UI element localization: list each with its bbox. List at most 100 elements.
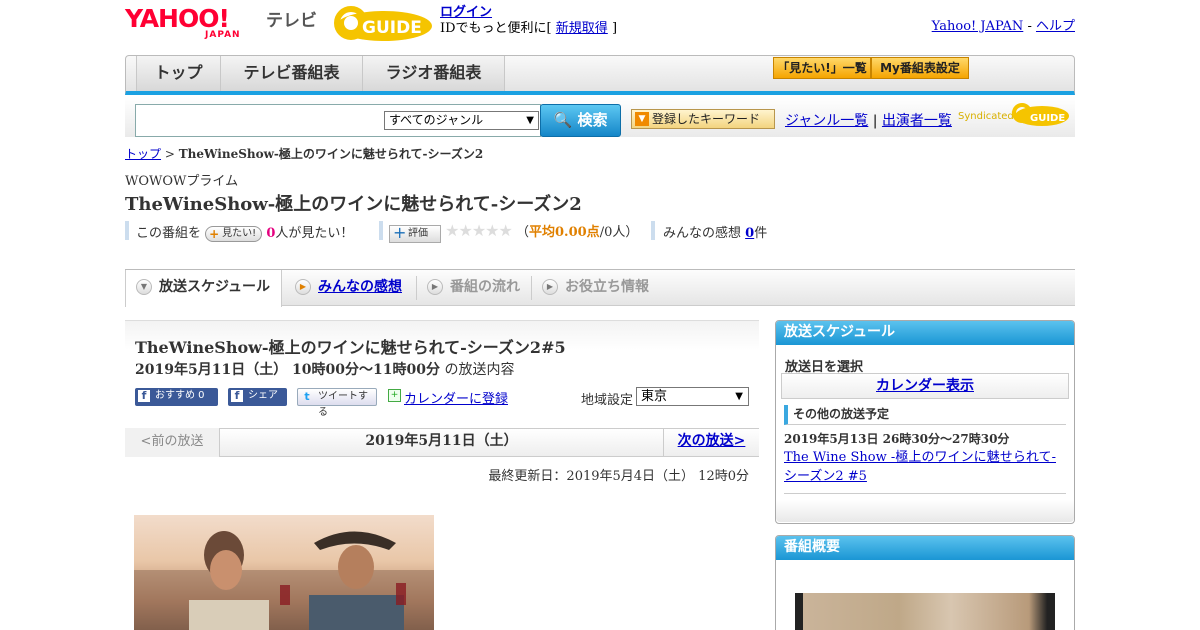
tab-reviews-label: みんなの感想: [318, 279, 402, 295]
program-photo: [134, 515, 434, 630]
last-updated: 最終更新日：2019年5月4日（土） 12時0分: [488, 469, 749, 484]
mitai-count: 0: [266, 226, 276, 241]
episode-date-suffix: の放送内容: [444, 362, 515, 378]
tab-useful-info: ▶ お役立ち情報: [532, 270, 672, 306]
breadcrumb-separator: >: [164, 147, 175, 161]
kanso-suffix: 件: [754, 226, 768, 241]
rating-average: 平均0.00点: [529, 225, 600, 240]
chevron-right-icon: ▶: [542, 279, 558, 295]
pager-current-date: 2019年5月11日（土）: [365, 433, 518, 449]
kanso-label: みんなの感想: [663, 226, 742, 241]
calendar-add-icon: +: [388, 389, 401, 402]
tab-useful-info-label: お役立ち情報: [565, 279, 649, 295]
mitai-suffix: 人が見たい！: [275, 226, 354, 241]
genre-links: ジャンル一覧 | 出演者一覧: [785, 110, 952, 130]
genre-select-value: すべてのジャンル: [389, 113, 484, 127]
my-schedule-button[interactable]: My番組表設定: [871, 57, 969, 79]
sidebar-schedule-header: 放送スケジュール: [776, 321, 1074, 345]
register-link[interactable]: 新規取得: [556, 21, 608, 36]
twitter-icon: t: [304, 390, 310, 403]
mitai-stat: この番組を 見たい! 0人が見たい！: [125, 221, 385, 242]
top-right-links: Yahoo! JAPAN - ヘルプ: [932, 15, 1075, 34]
cast-list-link[interactable]: 出演者一覧: [882, 113, 952, 129]
kanso-count-link[interactable]: 0: [745, 226, 754, 241]
syndicated-label: Syndicated: [958, 111, 1014, 122]
page-title: TheWineShow-極上のワインに魅せられて-シーズン2: [125, 194, 582, 215]
chevron-down-icon: ▼: [735, 391, 743, 402]
facebook-icon: f: [138, 390, 150, 402]
breadcrumb: トップ > TheWineShow-極上のワインに魅せられて-シーズン2: [125, 145, 483, 162]
chevron-down-icon: ▼: [526, 115, 534, 126]
chevron-down-icon: ▼: [136, 279, 152, 295]
next-broadcast-link[interactable]: 次の放送>: [663, 428, 759, 457]
mitai-list-button[interactable]: 「見たい!」一覧: [773, 57, 871, 79]
yahoo-japan-link[interactable]: Yahoo! JAPAN: [932, 19, 1024, 34]
facebook-share-button[interactable]: f シェア: [228, 388, 287, 406]
channel-name: WOWOWプライム: [125, 174, 239, 189]
search-button[interactable]: 🔍 検索: [540, 104, 621, 137]
stat-divider: [651, 221, 655, 240]
rating-people: /0人）: [599, 225, 639, 240]
gguide-logo-text: GUIDE: [362, 18, 422, 38]
sidebar-summary-header: 番組概要: [776, 536, 1074, 560]
yahoo-japan-logo[interactable]: YAHOO! JAPAN: [125, 4, 265, 42]
chevron-right-icon: ▶: [427, 279, 443, 295]
summary-photo: [795, 593, 1055, 630]
kanso-stat: みんなの感想 0件: [651, 221, 811, 241]
tab-reviews[interactable]: ▶ みんなの感想: [285, 270, 420, 306]
other-broadcasts-header: その他の放送予定: [784, 405, 1066, 425]
sidebar-divider: [784, 493, 1066, 494]
share-label: シェア: [248, 390, 278, 401]
main-nav: トップ テレビ番組表 ラジオ番組表 「見たい!」一覧 My番組表設定: [125, 55, 1075, 95]
tab-schedule[interactable]: ▼ 放送スケジュール: [125, 270, 282, 307]
chevron-right-icon: ▶: [295, 279, 311, 295]
stat-divider: [379, 221, 383, 240]
gguide-small-logo: GUIDE: [1012, 101, 1070, 127]
breadcrumb-current: TheWineShow-極上のワインに魅せられて-シーズン2: [178, 147, 484, 161]
gguide-small-logo-graphic: GUIDE: [1012, 103, 1069, 126]
rating-stars[interactable]: ★★★★★: [445, 221, 513, 240]
genre-select[interactable]: すべてのジャンル ▼: [384, 111, 539, 130]
episode-date: 2019年5月11日（土） 10時00分～11時00分 の放送内容: [135, 359, 514, 379]
login-box: ログイン IDでもっと便利に[ 新規取得 ]: [440, 5, 617, 37]
prev-broadcast: <前の放送: [125, 428, 220, 457]
gguide-logo[interactable]: GUIDE: [334, 6, 434, 42]
region-select[interactable]: 東京 ▼: [636, 387, 749, 406]
tab-flow-label: 番組の流れ: [450, 279, 520, 295]
search-button-label: 検索: [577, 111, 608, 129]
rating-stat: 評価 ★★★★★ （平均0.00点/0人）: [379, 221, 649, 243]
login-link[interactable]: ログイン: [440, 5, 492, 20]
chevron-down-icon: ▼: [635, 112, 649, 126]
nav-tab-tv-schedule[interactable]: テレビ番組表: [221, 56, 363, 91]
region-select-value: 東京: [641, 389, 668, 404]
help-link[interactable]: ヘルプ: [1036, 19, 1075, 34]
episode-date-time: 2019年5月11日（土） 10時00分～11時00分: [135, 362, 440, 378]
nav-tab-radio-schedule[interactable]: ラジオ番組表: [363, 56, 505, 91]
sidebar-schedule-footer: [776, 500, 1074, 522]
detail-tabs: ▼ 放送スケジュール ▶ みんなの感想 ▶ 番組の流れ ▶ お役立ち情報: [125, 269, 1075, 307]
rating-button[interactable]: 評価: [389, 225, 441, 243]
calendar-display-button[interactable]: カレンダー表示: [781, 373, 1069, 399]
other-broadcast-date: 2019年5月13日 26時30分～27時30分: [784, 432, 1010, 446]
keyword-button[interactable]: ▼ 登録したキーワード: [631, 109, 775, 129]
stat-divider: [125, 221, 129, 240]
tweet-button[interactable]: t ツイートする: [297, 388, 377, 418]
login-text-pre: IDでもっと便利に[: [440, 21, 552, 36]
gguide-logo-graphic: GUIDE: [334, 6, 432, 41]
rating-open: （: [516, 225, 530, 240]
genre-links-separator: |: [872, 113, 878, 129]
breadcrumb-top-link[interactable]: トップ: [125, 147, 161, 161]
mitai-button[interactable]: 見たい!: [205, 226, 263, 242]
tab-schedule-label: 放送スケジュール: [159, 279, 271, 295]
login-text-post: ]: [611, 21, 618, 36]
mitai-prefix: この番組を: [136, 226, 202, 241]
top-right-separator: -: [1027, 19, 1032, 34]
calendar-register-label: カレンダーに登録: [404, 392, 509, 407]
other-broadcast-link[interactable]: The Wine Show -極上のワインに魅せられて- シーズン2 #5: [784, 448, 1056, 486]
genre-list-link[interactable]: ジャンル一覧: [785, 113, 868, 129]
gguide-small-logo-text: GUIDE: [1030, 113, 1065, 124]
nav-tab-top[interactable]: トップ: [136, 56, 221, 91]
facebook-icon: f: [231, 390, 243, 402]
facebook-recommend-button[interactable]: f おすすめ 0: [135, 388, 218, 406]
calendar-register-link[interactable]: + カレンダーに登録: [388, 388, 508, 407]
